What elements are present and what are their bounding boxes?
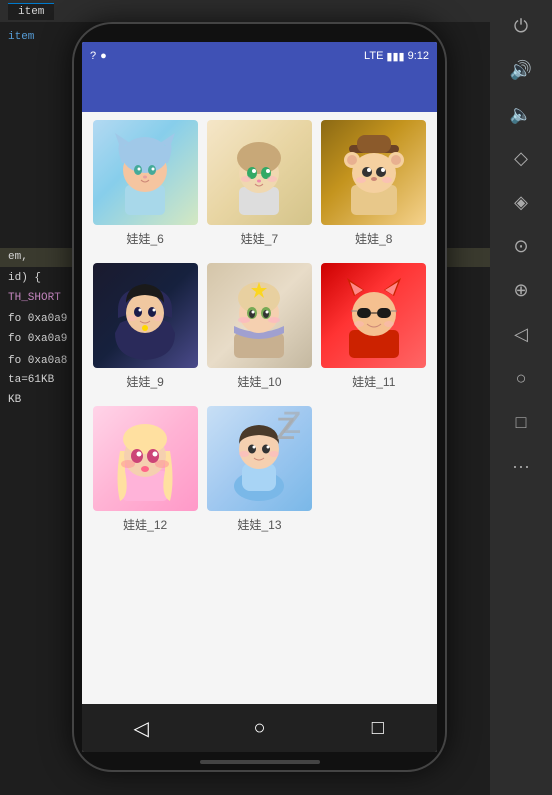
anime-face-7 xyxy=(207,120,312,225)
phone-bottom-bar xyxy=(200,760,320,764)
item-label-9: 娃娃_9 xyxy=(126,373,163,390)
anime-face-13: z z xyxy=(207,406,312,511)
item-label-13: 娃娃_13 xyxy=(237,516,281,533)
anime-face-11 xyxy=(321,263,426,368)
list-item[interactable]: z z 娃娃_13 xyxy=(207,406,312,541)
item-label-8: 娃娃_8 xyxy=(355,230,392,247)
zoom-in-icon[interactable]: ⊕ xyxy=(503,272,539,308)
item-label-10: 娃娃_10 xyxy=(237,373,281,390)
right-toolbar: ⏻ 🔊 🔈 ◇ ◈ ⊙ ⊕ ◁ ○ □ ··· xyxy=(490,0,552,795)
item-image-12[interactable] xyxy=(93,406,198,511)
app-bar xyxy=(82,70,437,112)
nav-bar: ◁ ○ □ xyxy=(82,704,437,752)
status-signal: ● xyxy=(100,50,107,62)
item-image-7[interactable] xyxy=(207,120,312,225)
tab-item[interactable]: item xyxy=(8,3,54,20)
item-image-6[interactable] xyxy=(93,120,198,225)
recent-button[interactable]: □ xyxy=(353,708,403,748)
more-icon[interactable]: ··· xyxy=(503,448,539,484)
item-label-11: 娃娃_11 xyxy=(352,373,395,390)
title-bar: item xyxy=(0,0,490,22)
list-item[interactable]: 娃娃_12 xyxy=(93,406,198,541)
anime-face-6 xyxy=(93,120,198,225)
eraser-icon[interactable]: ◈ xyxy=(503,184,539,220)
item-image-10[interactable] xyxy=(207,263,312,368)
grid-content[interactable]: 娃娃_6 xyxy=(82,112,437,704)
power-icon[interactable]: ⏻ xyxy=(503,8,539,44)
volume-up-icon[interactable]: 🔊 xyxy=(503,52,539,88)
grid-row-2: 娃娃_9 xyxy=(82,255,437,398)
lte-label: LTE xyxy=(364,50,383,62)
list-item[interactable]: 娃娃_7 xyxy=(207,120,312,255)
square-icon[interactable]: □ xyxy=(503,404,539,440)
back-button[interactable]: ◁ xyxy=(116,708,166,748)
volume-down-icon[interactable]: 🔈 xyxy=(503,96,539,132)
item-label-7: 娃娃_7 xyxy=(241,230,278,247)
item-label-12: 娃娃_12 xyxy=(123,516,167,533)
item-image-9[interactable] xyxy=(93,263,198,368)
list-item[interactable]: 娃娃_6 xyxy=(93,120,198,255)
anime-face-9 xyxy=(93,263,198,368)
phone-frame: ? ● LTE ▮▮▮ 9:12 xyxy=(72,22,447,772)
status-bar: ? ● LTE ▮▮▮ 9:12 xyxy=(82,42,437,70)
grid-row-1: 娃娃_6 xyxy=(82,112,437,255)
list-item-empty xyxy=(321,406,426,541)
battery-icon: ▮▮▮ xyxy=(386,50,404,63)
item-label-6: 娃娃_6 xyxy=(126,230,163,247)
grid-row-3: 娃娃_12 xyxy=(82,398,437,541)
play-back-icon[interactable]: ◁ xyxy=(503,316,539,352)
list-item[interactable]: 娃娃_8 xyxy=(321,120,426,255)
item-image-13[interactable]: z z xyxy=(207,406,312,511)
diamond-icon[interactable]: ◇ xyxy=(503,140,539,176)
list-item[interactable]: 娃娃_10 xyxy=(207,263,312,398)
camera-icon[interactable]: ⊙ xyxy=(503,228,539,264)
item-image-8[interactable] xyxy=(321,120,426,225)
anime-face-8 xyxy=(321,120,426,225)
list-item[interactable]: 娃娃_9 xyxy=(93,263,198,398)
status-right: LTE ▮▮▮ 9:12 xyxy=(364,50,429,63)
list-item[interactable]: 娃娃_11 xyxy=(321,263,426,398)
status-question: ? xyxy=(90,50,96,62)
home-button[interactable]: ○ xyxy=(234,708,284,748)
svg-text:z: z xyxy=(282,411,302,442)
circle-icon[interactable]: ○ xyxy=(503,360,539,396)
time-display: 9:12 xyxy=(408,50,429,62)
anime-face-12 xyxy=(93,406,198,511)
phone-screen: ? ● LTE ▮▮▮ 9:12 xyxy=(82,42,437,752)
status-left: ? ● xyxy=(90,50,107,62)
anime-face-10 xyxy=(207,263,312,368)
item-image-11[interactable] xyxy=(321,263,426,368)
